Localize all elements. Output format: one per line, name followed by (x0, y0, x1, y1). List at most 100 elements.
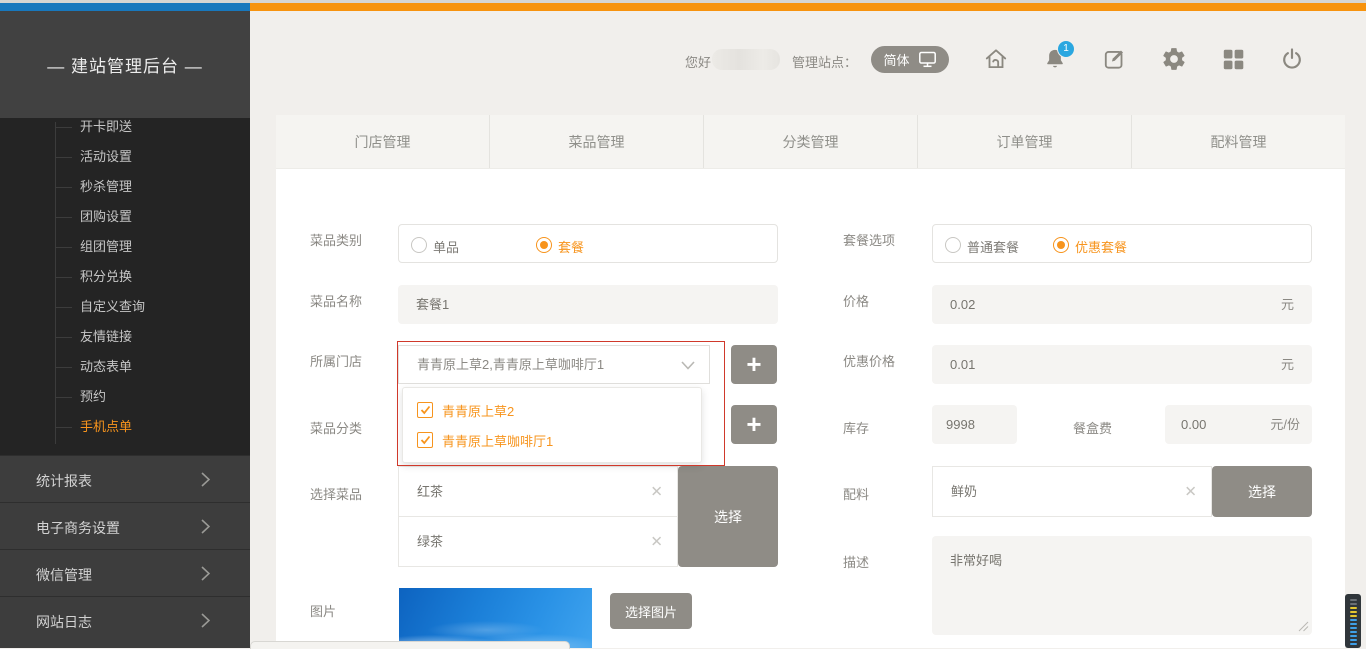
tab-store-management[interactable]: 门店管理 (276, 115, 489, 168)
choose-image-button[interactable]: 选择图片 (610, 593, 692, 629)
checkbox-checked-icon[interactable] (417, 402, 433, 418)
notification-badge: 1 (1057, 40, 1075, 58)
home-icon[interactable] (983, 46, 1009, 72)
chevron-right-icon (201, 566, 210, 581)
discount-price-label: 优惠价格 (843, 351, 895, 370)
select-ingredient-button[interactable]: 选择 (1212, 466, 1312, 517)
username-redacted (712, 49, 780, 70)
price-label: 价格 (843, 291, 869, 310)
power-icon[interactable] (1279, 46, 1305, 72)
gear-icon[interactable] (1161, 46, 1187, 72)
greeting-text: 您好 (685, 52, 711, 71)
scroll-marker-dash (1350, 611, 1357, 613)
radio-single-dish[interactable] (411, 237, 427, 253)
radio-normal-combo-label[interactable]: 普通套餐 (967, 237, 1019, 256)
price-input[interactable]: 0.02 元 (932, 285, 1312, 324)
tab-dish-management[interactable]: 菜品管理 (489, 115, 703, 168)
add-category-button[interactable]: + (731, 405, 777, 444)
dish-type-label: 菜品类别 (310, 230, 362, 249)
chevron-down-icon (681, 361, 695, 370)
dish-type-radio-group: 单品 套餐 (398, 224, 778, 263)
sidebar-item[interactable]: 团购设置 (0, 202, 250, 232)
sidebar-item[interactable]: 自定义查询 (0, 292, 250, 322)
scroll-marker-indicator[interactable] (1345, 594, 1361, 648)
store-label: 所属门店 (310, 351, 362, 370)
scroll-marker-dash (1350, 631, 1357, 633)
language-switch-button[interactable]: 简体 (871, 46, 949, 73)
scroll-marker-dash (1350, 623, 1357, 625)
sidebar-item[interactable]: 开卡即送 (0, 112, 250, 142)
sidebar-item[interactable]: 秒杀管理 (0, 172, 250, 202)
combo-option-radio-group: 普通套餐 优惠套餐 (932, 224, 1312, 263)
chevron-right-icon (201, 519, 210, 534)
radio-discount-combo-label[interactable]: 优惠套餐 (1075, 237, 1127, 256)
sidebar-item[interactable]: 积分兑换 (0, 262, 250, 292)
box-fee-input[interactable]: 0.00 元/份 (1165, 405, 1312, 444)
radio-single-dish-label[interactable]: 单品 (433, 237, 459, 256)
sidebar-item-active[interactable]: 手机点单 (0, 412, 250, 442)
stock-label: 库存 (843, 418, 869, 437)
ingredient-input[interactable]: 鲜奶 ✕ (932, 466, 1212, 517)
price-unit: 元 (1281, 285, 1294, 324)
content-card: 门店管理 菜品管理 分类管理 订单管理 配料管理 菜品类别 单品 套餐 套餐选项… (276, 115, 1345, 648)
sidebar-submenu: 开卡即送 活动设置 秒杀管理 团购设置 组团管理 积分兑换 自定义查询 友情链接… (0, 118, 250, 455)
store-dropdown-option[interactable]: 青青原上草2 (417, 395, 514, 425)
description-textarea[interactable]: 非常好喝 (932, 536, 1312, 635)
tab-order-management[interactable]: 订单管理 (917, 115, 1131, 168)
sidebar-item[interactable]: 友情链接 (0, 322, 250, 352)
monitor-icon (918, 51, 937, 68)
topbar-orange-segment (250, 3, 1366, 11)
remove-ingredient-icon[interactable]: ✕ (1184, 467, 1197, 516)
sidebar-item[interactable]: 预约 (0, 382, 250, 412)
discount-price-unit: 元 (1281, 345, 1294, 384)
select-dishes-button[interactable]: 选择 (678, 466, 778, 567)
resize-handle-icon[interactable] (1297, 620, 1309, 632)
radio-combo-dish[interactable] (536, 237, 552, 253)
chevron-right-icon (201, 613, 210, 628)
scroll-marker-dash (1350, 615, 1357, 617)
image-label: 图片 (310, 601, 336, 620)
site-label: 管理站点： (792, 52, 857, 71)
combo-option-label: 套餐选项 (843, 230, 895, 249)
selected-dish-row: 红茶 ✕ (398, 466, 678, 517)
dish-name-input[interactable]: 套餐1 (398, 285, 778, 324)
sidebar-group-wechat[interactable]: 微信管理 (0, 549, 250, 596)
scroll-marker-dash (1350, 639, 1357, 641)
tab-bar: 门店管理 菜品管理 分类管理 订单管理 配料管理 (276, 115, 1345, 169)
store-select[interactable]: 青青原上草2,青青原上草咖啡厅1 (398, 345, 710, 384)
dish-name-label: 菜品名称 (310, 291, 362, 310)
scroll-marker-dash (1350, 635, 1357, 637)
tab-category-management[interactable]: 分类管理 (703, 115, 917, 168)
sidebar-item[interactable]: 动态表单 (0, 352, 250, 382)
sidebar-group-site-log[interactable]: 网站日志 (0, 596, 250, 643)
scroll-marker-dash (1350, 619, 1357, 621)
radio-normal-combo[interactable] (945, 237, 961, 253)
scroll-marker-dash (1350, 627, 1357, 629)
box-fee-label: 餐盒费 (1073, 418, 1112, 437)
store-dropdown: 青青原上草2 青青原上草咖啡厅1 (402, 387, 702, 463)
checkbox-checked-icon[interactable] (417, 432, 433, 448)
stock-input[interactable]: 9998 (932, 405, 1017, 444)
scroll-marker-dash (1350, 603, 1357, 605)
remove-dish-icon[interactable]: ✕ (650, 517, 663, 566)
sidebar-item[interactable]: 活动设置 (0, 142, 250, 172)
dish-image-thumbnail (399, 588, 592, 648)
ingredient-label: 配料 (843, 484, 869, 503)
discount-price-input[interactable]: 0.01 元 (932, 345, 1312, 384)
remove-dish-icon[interactable]: ✕ (650, 467, 663, 516)
sidebar-item[interactable]: 组团管理 (0, 232, 250, 262)
sidebar-group-stats[interactable]: 统计报表 (0, 455, 250, 502)
store-dropdown-option[interactable]: 青青原上草咖啡厅1 (417, 425, 553, 455)
radio-discount-combo[interactable] (1053, 237, 1069, 253)
tab-ingredient-management[interactable]: 配料管理 (1131, 115, 1345, 168)
category-label: 菜品分类 (310, 418, 362, 437)
edit-icon[interactable] (1102, 46, 1128, 72)
add-store-button[interactable]: + (731, 345, 777, 384)
description-label: 描述 (843, 552, 869, 571)
radio-combo-dish-label[interactable]: 套餐 (558, 237, 584, 256)
sidebar-group-ecommerce[interactable]: 电子商务设置 (0, 502, 250, 549)
app-title: — 建站管理后台 — (0, 11, 250, 118)
box-fee-unit: 元/份 (1270, 405, 1300, 444)
apps-grid-icon[interactable] (1220, 46, 1246, 72)
app-title-text: — 建站管理后台 — (47, 52, 202, 77)
